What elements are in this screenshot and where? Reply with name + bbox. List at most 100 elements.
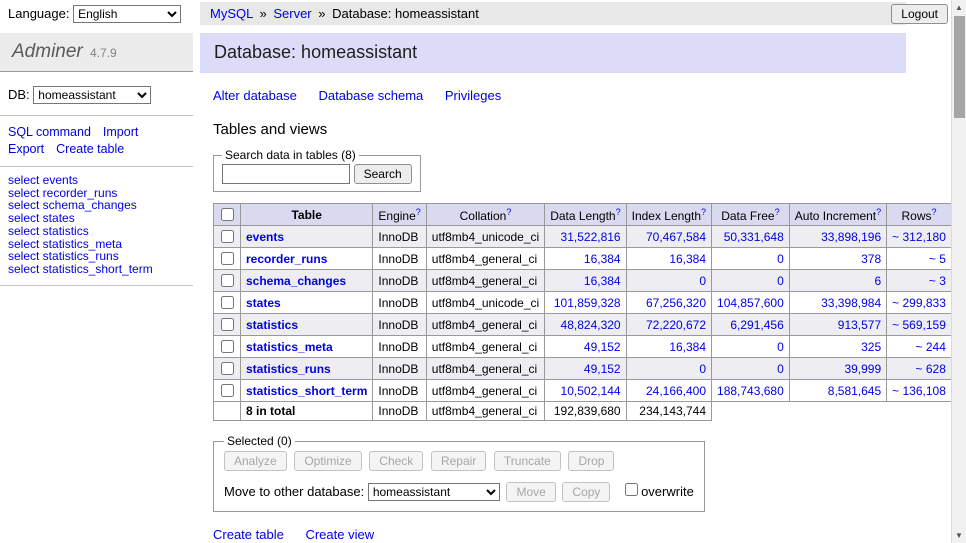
table-name-link[interactable]: statistics_meta — [246, 340, 333, 354]
data-length-link[interactable]: 31,522,816 — [561, 230, 621, 244]
rows-count-link[interactable]: ~ 136,108 — [892, 384, 946, 398]
alter-database-link[interactable]: Alter database — [213, 88, 297, 103]
data-length-link[interactable]: 48,824,320 — [561, 318, 621, 332]
scroll-up-arrow-icon[interactable]: ▲ — [952, 0, 966, 15]
import-link[interactable]: Import — [103, 125, 138, 139]
overwrite-checkbox[interactable] — [625, 483, 638, 496]
auto-increment-link[interactable]: 8,581,645 — [828, 384, 881, 398]
row-select-checkbox[interactable] — [221, 274, 234, 287]
help-icon[interactable]: ? — [416, 207, 421, 217]
index-length-link[interactable]: 16,384 — [669, 252, 706, 266]
auto-increment-link[interactable]: 913,577 — [838, 318, 881, 332]
create-table-link[interactable]: Create table — [213, 527, 284, 542]
analyze-button[interactable]: Analyze — [224, 451, 287, 471]
copy-button[interactable]: Copy — [562, 482, 610, 502]
table-name-link[interactable]: events — [246, 230, 284, 244]
help-icon[interactable]: ? — [932, 207, 937, 217]
data-free-link[interactable]: 188,743,680 — [717, 384, 784, 398]
sidebar-item-select-states[interactable]: select states — [8, 212, 185, 225]
auto-increment-link[interactable]: 39,999 — [844, 362, 881, 376]
move-button[interactable]: Move — [506, 482, 555, 502]
help-icon[interactable]: ? — [775, 207, 780, 217]
privileges-link[interactable]: Privileges — [445, 88, 501, 103]
index-length-link[interactable]: 0 — [699, 362, 706, 376]
row-select-checkbox[interactable] — [221, 384, 234, 397]
table-name-link[interactable]: statistics_runs — [246, 362, 331, 376]
data-length-link[interactable]: 10,502,144 — [561, 384, 621, 398]
table-name-link[interactable]: recorder_runs — [246, 252, 327, 266]
rows-count-link[interactable]: ~ 244 — [916, 340, 946, 354]
drop-button[interactable]: Drop — [568, 451, 614, 471]
rows-count-link[interactable]: ~ 5 — [929, 252, 946, 266]
help-icon[interactable]: ? — [876, 207, 881, 217]
truncate-button[interactable]: Truncate — [494, 451, 561, 471]
export-link[interactable]: Export — [8, 142, 44, 156]
row-select-checkbox[interactable] — [221, 340, 234, 353]
row-select-checkbox[interactable] — [221, 230, 234, 243]
row-select-checkbox[interactable] — [221, 318, 234, 331]
database-schema-link[interactable]: Database schema — [318, 88, 423, 103]
sidebar-item-select-statistics-short-term[interactable]: select statistics_short_term — [8, 263, 185, 276]
table-name-link[interactable]: statistics_short_term — [246, 384, 367, 398]
scroll-down-arrow-icon[interactable]: ▼ — [952, 528, 966, 543]
sql-command-link[interactable]: SQL command — [8, 125, 91, 139]
create-view-link[interactable]: Create view — [305, 527, 374, 542]
index-length-link[interactable]: 70,467,584 — [646, 230, 706, 244]
breadcrumb-mysql-link[interactable]: MySQL — [210, 6, 253, 21]
logout-button[interactable]: Logout — [891, 4, 948, 24]
breadcrumb-server-link[interactable]: Server — [273, 6, 311, 21]
help-icon[interactable]: ? — [506, 207, 511, 217]
sidebar-item-select-events[interactable]: select events — [8, 174, 185, 187]
help-icon[interactable]: ? — [616, 207, 621, 217]
language-select[interactable]: English — [73, 5, 181, 23]
data-free-link[interactable]: 0 — [777, 252, 784, 266]
data-length-link[interactable]: 49,152 — [584, 362, 621, 376]
data-free-link[interactable]: 0 — [777, 362, 784, 376]
data-length-link[interactable]: 16,384 — [584, 274, 621, 288]
select-all-checkbox[interactable] — [221, 208, 234, 221]
rows-count-link[interactable]: ~ 299,833 — [892, 296, 946, 310]
table-name-link[interactable]: statistics — [246, 318, 298, 332]
db-select[interactable]: homeassistant — [33, 86, 151, 104]
row-select-checkbox[interactable] — [221, 362, 234, 375]
search-input[interactable] — [222, 164, 350, 184]
auto-increment-link[interactable]: 378 — [861, 252, 881, 266]
data-free-link[interactable]: 6,291,456 — [730, 318, 783, 332]
data-length-link[interactable]: 16,384 — [584, 252, 621, 266]
index-length-link[interactable]: 16,384 — [669, 340, 706, 354]
data-free-link[interactable]: 50,331,648 — [724, 230, 784, 244]
row-select-checkbox[interactable] — [221, 296, 234, 309]
create-table-sidebar-link[interactable]: Create table — [56, 142, 124, 156]
auto-increment-link[interactable]: 6 — [874, 274, 881, 288]
sidebar-item-select-statistics[interactable]: select statistics — [8, 225, 185, 238]
data-free-link[interactable]: 104,857,600 — [717, 296, 784, 310]
auto-increment-link[interactable]: 33,398,984 — [821, 296, 881, 310]
rows-count-link[interactable]: ~ 569,159 — [892, 318, 946, 332]
check-button[interactable]: Check — [369, 451, 423, 471]
help-icon[interactable]: ? — [701, 207, 706, 217]
index-length-link[interactable]: 67,256,320 — [646, 296, 706, 310]
auto-increment-link[interactable]: 33,898,196 — [821, 230, 881, 244]
auto-increment-link[interactable]: 325 — [861, 340, 881, 354]
db-selector-row: DB: homeassistant — [8, 86, 185, 104]
rows-count-link[interactable]: ~ 312,180 — [892, 230, 946, 244]
index-length-link[interactable]: 72,220,672 — [646, 318, 706, 332]
rows-count-link[interactable]: ~ 628 — [916, 362, 946, 376]
column-header-rows: Rows? — [887, 204, 952, 226]
data-free-link[interactable]: 0 — [777, 274, 784, 288]
data-length-link[interactable]: 101,859,328 — [554, 296, 621, 310]
index-length-link[interactable]: 0 — [699, 274, 706, 288]
scrollbar[interactable]: ▲ ▼ — [951, 0, 966, 543]
row-select-checkbox[interactable] — [221, 252, 234, 265]
table-name-link[interactable]: schema_changes — [246, 274, 346, 288]
search-button[interactable]: Search — [354, 164, 412, 184]
repair-button[interactable]: Repair — [431, 451, 486, 471]
data-free-link[interactable]: 0 — [777, 340, 784, 354]
rows-count-link[interactable]: ~ 3 — [929, 274, 946, 288]
scrollbar-thumb[interactable] — [954, 16, 965, 118]
index-length-link[interactable]: 24,166,400 — [646, 384, 706, 398]
move-db-select[interactable]: homeassistant — [368, 483, 500, 501]
data-length-link[interactable]: 49,152 — [584, 340, 621, 354]
table-name-link[interactable]: states — [246, 296, 281, 310]
optimize-button[interactable]: Optimize — [294, 451, 361, 471]
